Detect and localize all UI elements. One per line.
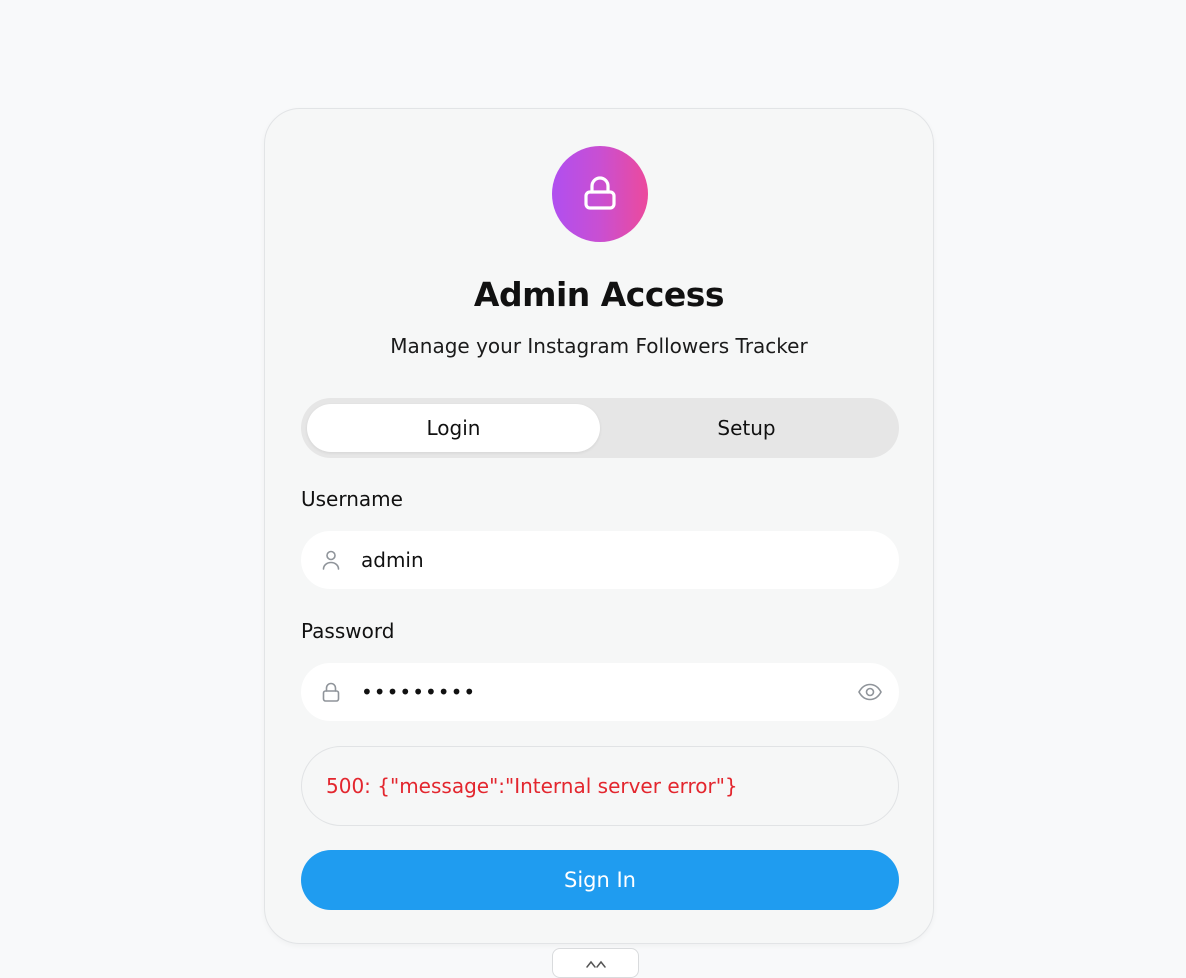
auth-tabs: Login Setup: [301, 398, 899, 458]
error-message: 500: {"message":"Internal server error"}: [301, 746, 899, 826]
user-icon: [319, 548, 343, 572]
password-label: Password: [301, 619, 395, 643]
page-subtitle: Manage your Instagram Followers Tracker: [390, 334, 808, 358]
password-field-container: [301, 663, 899, 721]
tab-login[interactable]: Login: [307, 404, 600, 452]
chevron-up-icon: [585, 960, 606, 968]
login-card: Admin Access Manage your Instagram Follo…: [264, 108, 934, 944]
page-title: Admin Access: [473, 275, 725, 314]
username-input[interactable]: [361, 531, 821, 589]
lock-icon: [584, 176, 616, 210]
lock-badge: [552, 146, 648, 242]
sign-in-button[interactable]: Sign In: [301, 850, 899, 910]
username-field-container: [301, 531, 899, 589]
eye-icon[interactable]: [857, 680, 883, 704]
password-input[interactable]: [361, 663, 821, 721]
bottom-handle[interactable]: [552, 948, 639, 978]
lock-icon: [319, 680, 343, 704]
username-label: Username: [301, 487, 403, 511]
tab-setup[interactable]: Setup: [600, 404, 893, 452]
